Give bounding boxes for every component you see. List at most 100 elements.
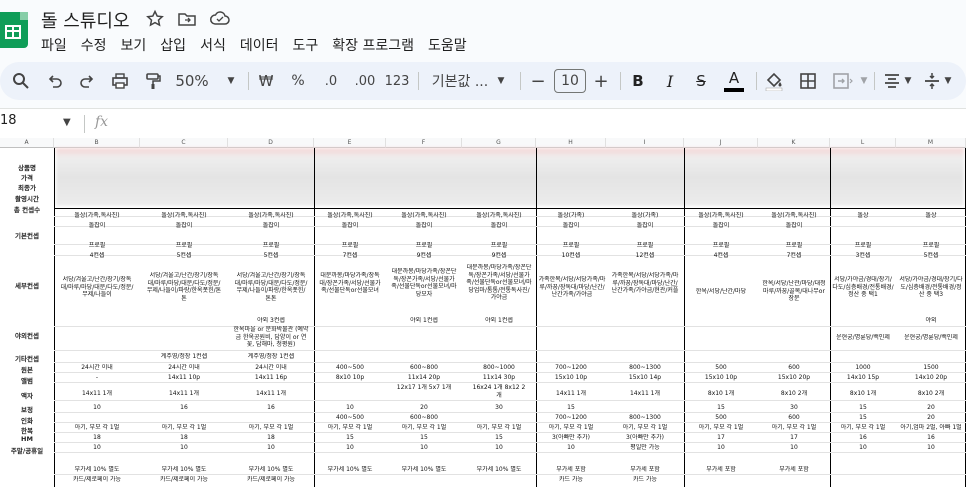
font-size-decrease-button[interactable]: − [528, 62, 548, 100]
cell-m-outdoor[interactable]: 운현궁/명륜당/백인제 [896, 334, 966, 342]
font-dropdown-icon[interactable]: ▼ [494, 62, 508, 100]
italic-button[interactable]: I [660, 62, 680, 100]
cell-i-print[interactable]: 800~1300 [606, 414, 684, 422]
cell-l-print[interactable]: 15 [830, 414, 896, 422]
cell-d-retouch[interactable]: 16 [228, 404, 314, 412]
cell-h-profile[interactable]: 프로필 [536, 242, 606, 250]
halign-dropdown-icon[interactable]: ▼ [902, 62, 914, 100]
cell-l-original[interactable]: 1000 [830, 364, 896, 372]
cell-e-doljabi[interactable]: 돌잡이 [314, 222, 386, 230]
cell-f-print[interactable]: 600~800 [386, 414, 462, 422]
text-color-button[interactable]: A [722, 62, 746, 100]
cell-h-detail[interactable]: 가족한복/서당/서당가족/마루/까꿍/장독대/마당/난간/난간가족/가야금 [538, 276, 606, 299]
cell-i-hanbok[interactable]: 아기, 부모 각 1벌 [606, 424, 684, 432]
cell-k-retouch[interactable]: 30 [758, 404, 830, 412]
cell-k-frame[interactable]: 8x10 2개 [758, 390, 830, 398]
cell-c-extra[interactable]: 부가세 10% 별도 [140, 466, 228, 474]
cell-g-concepts[interactable]: 9컨셉 [462, 252, 536, 260]
cell-j-original[interactable]: 500 [684, 364, 758, 372]
cell-h-retouch[interactable]: 15 [536, 404, 606, 412]
cell-g-doljabi[interactable]: 돌잡이 [462, 222, 536, 230]
cell-d-hanbok[interactable]: 아기, 부모 각 1벌 [228, 424, 314, 432]
cell-m-frame[interactable]: 8x10 2개 [896, 390, 966, 398]
cell-f-album[interactable]: 11x14 20p [386, 374, 462, 382]
currency-format-button[interactable]: ₩ [256, 62, 276, 100]
cell-b-hanbok[interactable]: 아기, 부모 각 1벌 [54, 424, 140, 432]
name-box-dropdown-icon[interactable]: ▼ [63, 117, 71, 128]
cell-e-hm[interactable]: 15 [314, 434, 386, 442]
document-title[interactable]: 돌 스튜디오 [41, 7, 130, 33]
cell-m-hm[interactable]: 16 [896, 434, 966, 442]
cell-l-album[interactable]: 14x10 15p [830, 374, 896, 382]
increase-decimal-button[interactable]: .00 [350, 62, 380, 100]
cell-f-hanbok[interactable]: 아기, 부모 각 1벌 [386, 424, 462, 432]
number-format-button[interactable]: 123 [384, 62, 410, 100]
cell-h-album[interactable]: 15x10 10p [536, 374, 606, 382]
cell-l-outdoor[interactable]: 운현궁/명륜당/백인제 [830, 334, 896, 342]
print-icon[interactable] [108, 62, 132, 100]
cell-d-profile[interactable]: 프로필 [228, 242, 314, 250]
cell-l-weekend[interactable]: 10 [830, 444, 896, 452]
cell-j-profile[interactable]: 프로필 [684, 242, 758, 250]
move-folder-icon[interactable] [177, 9, 197, 29]
menu-edit[interactable]: 수정 [81, 34, 107, 56]
cell-l-hm[interactable]: 16 [830, 434, 896, 442]
cell-g-extra[interactable]: 부가세 10% 별도 [462, 466, 536, 474]
cell-e-retouch[interactable]: 10 [314, 404, 386, 412]
cell-c-basic[interactable]: 돌상(가족,독사진) [140, 212, 228, 220]
cell-c-doljabi[interactable]: 돌잡이 [140, 222, 228, 230]
cell-k-print[interactable]: 600 [758, 414, 830, 422]
cell-e-basic[interactable]: 돌상(가족,독사진) [314, 212, 386, 220]
cell-c-profile[interactable]: 프로필 [140, 242, 228, 250]
cell-j-frame[interactable]: 8x10 1개 [684, 390, 758, 398]
cell-h-frame[interactable]: 14x11 1개 [536, 390, 606, 398]
menu-help[interactable]: 도움말 [428, 34, 467, 56]
cell-d-etc[interactable]: 계주영/정장 1컨셉 [228, 353, 314, 361]
vertical-align-icon[interactable] [920, 62, 944, 100]
cell-e-extra[interactable]: 부가세 10% 별도 [314, 466, 386, 474]
cell-e-profile[interactable]: 프로필 [314, 242, 386, 250]
cell-m-basic[interactable]: 돌상 [896, 212, 966, 220]
cell-f-doljabi[interactable]: 돌잡이 [386, 222, 462, 230]
cell-c-concepts[interactable]: 5컨셉 [140, 252, 228, 260]
cell-i-original[interactable]: 800~1300 [606, 364, 684, 372]
menu-data[interactable]: 데이터 [240, 34, 279, 56]
star-icon[interactable] [145, 9, 165, 29]
cell-j-weekend[interactable]: 10 [684, 444, 758, 452]
cell-g-outdoor[interactable]: 야외 1컨셉 [462, 317, 536, 325]
cell-e-hanbok[interactable]: 아기, 부모 각 1벌 [314, 424, 386, 432]
cell-d-weekend[interactable]: 10 [228, 444, 314, 452]
column-header-g[interactable]: G [462, 138, 536, 148]
cell-c-album[interactable]: 14x11 10p [140, 374, 228, 382]
font-size-value[interactable]: 10 [554, 69, 586, 93]
cell-m-weekend[interactable]: 10 [896, 444, 966, 452]
cell-f-outdoor[interactable]: 야외 1컨셉 [386, 317, 462, 325]
cell-m-hanbok[interactable]: 아기,엄마 2벌, 아빠 1벌 [896, 424, 966, 432]
valign-dropdown-icon[interactable]: ▼ [942, 62, 954, 100]
column-header-d[interactable]: D [228, 138, 314, 148]
column-header-h[interactable]: H [536, 138, 606, 148]
cell-m-outdoor-count[interactable]: 야외 [896, 317, 966, 325]
menu-extensions[interactable]: 확장 프로그램 [332, 34, 414, 56]
cell-e-print[interactable]: 400~500 [314, 414, 386, 422]
cell-g-basic[interactable]: 돌상(가족,독사진) [462, 212, 536, 220]
cell-b-original[interactable]: 24시간 이내 [54, 364, 140, 372]
menu-tools[interactable]: 도구 [292, 34, 318, 56]
cell-i-detail[interactable]: 가족한복/서당/서당가족/마루/까꿍/장독대/마당/난간/난간가족/가야금/현관… [610, 272, 680, 295]
cell-j-retouch[interactable]: 15 [684, 404, 758, 412]
cell-j-doljabi[interactable]: 돌잡이 [684, 222, 758, 230]
cell-f-weekend[interactable]: 10 [386, 444, 462, 452]
cell-j-basic[interactable]: 돌상(가족,독사진) [684, 212, 758, 220]
cell-b-card[interactable]: 카드/제로페이 가능 [54, 476, 140, 484]
cell-g-detail[interactable]: 대문까몽/마당가족/장꼰단독/장꼰가족/서당/선물가족/선물단독or선물모녀/마… [466, 264, 532, 302]
cell-j-album[interactable]: 15x10 10p [684, 374, 758, 382]
cell-l-hanbok[interactable]: 아기, 부모 각 1벌 [830, 424, 896, 432]
cell-h-extra[interactable]: 부가세 포함 [536, 466, 606, 474]
decrease-decimal-button[interactable]: .0 [318, 62, 344, 100]
column-header-e[interactable]: E [314, 138, 386, 148]
cell-h-doljabi[interactable]: 돌잡이 [536, 222, 606, 230]
cell-i-doljabi[interactable]: 돌잡이 [606, 222, 684, 230]
cell-d-doljabi[interactable]: 돌잡이 [228, 222, 314, 230]
paint-format-icon[interactable] [141, 62, 165, 100]
cell-d-concepts[interactable]: 5컨셉 [228, 252, 314, 260]
